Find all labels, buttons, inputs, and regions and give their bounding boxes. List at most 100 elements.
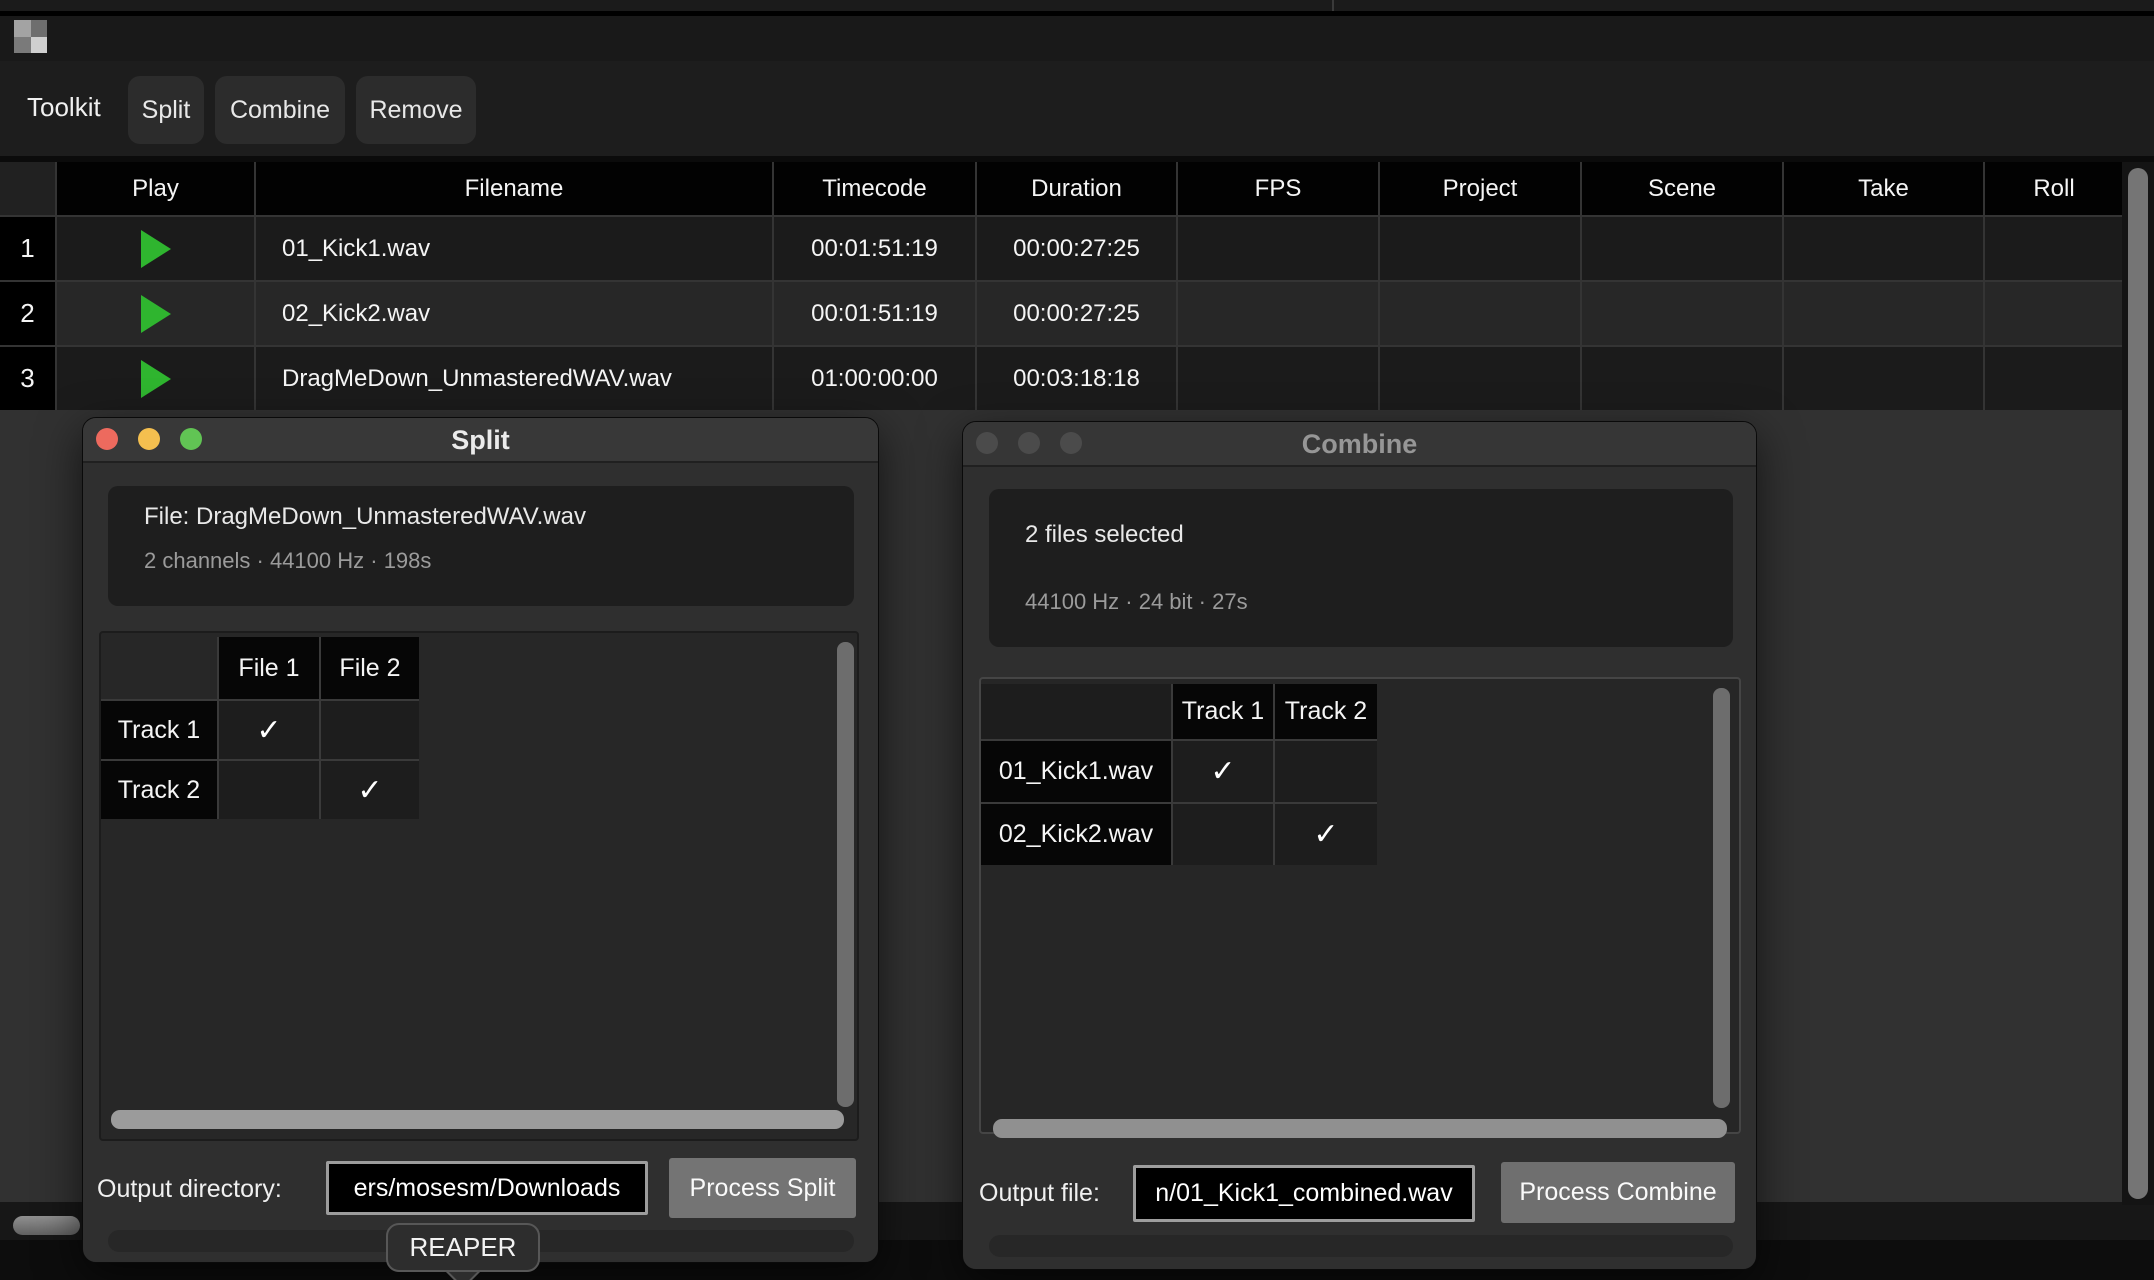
row-number: 1 [0,217,55,280]
matrix-corner-cell [981,684,1171,739]
take-cell [1784,282,1983,345]
split-output-directory-input[interactable] [326,1161,648,1215]
combine-matrix-scroll-area: Track 1 Track 2 01_Kick1.wav ✓ 02_Kick2.… [979,677,1741,1134]
split-matrix-horizontal-scrollbar-thumb[interactable] [111,1110,844,1129]
column-header-play[interactable]: Play [57,162,254,215]
matrix-row-header: 02_Kick2.wav [981,804,1171,865]
filename-cell[interactable]: 01_Kick1.wav [256,217,772,280]
split-dialog-titlebar[interactable]: Split [83,418,878,463]
main-window-titlebar [0,16,2154,61]
project-cell [1380,282,1580,345]
matrix-col-header: File 1 [219,637,319,699]
process-combine-button[interactable]: Process Combine [1501,1162,1735,1223]
matrix-row-header: 01_Kick1.wav [981,741,1171,802]
background-window-divider [1332,0,1334,11]
combine-output-file-label: Output file: [979,1179,1100,1208]
column-header-timecode[interactable]: Timecode [774,162,975,215]
split-file-info: File: DragMeDown_UnmasteredWAV.wav [144,503,586,531]
combine-files-selected: 2 files selected [1025,521,1184,549]
split-dialog: Split File: DragMeDown_UnmasteredWAV.wav… [82,417,879,1263]
fps-cell [1178,347,1378,410]
column-header-roll[interactable]: Roll [1985,162,2123,215]
combine-file-info-panel: 2 files selected 44100 Hz · 24 bit · 27s [989,489,1733,647]
row-number: 3 [0,347,55,410]
combine-dialog-title: Combine [963,429,1756,460]
main-horizontal-scrollbar-thumb[interactable] [13,1216,80,1235]
split-file-meta: 2 channels · 44100 Hz · 198s [144,548,431,574]
split-file-info-panel: File: DragMeDown_UnmasteredWAV.wav 2 cha… [108,486,854,606]
fps-cell [1178,282,1378,345]
filename-cell[interactable]: 02_Kick2.wav [256,282,772,345]
timecode-cell[interactable]: 00:01:51:19 [774,282,975,345]
matrix-checkbox-cell[interactable]: ✓ [219,701,319,759]
column-header-project[interactable]: Project [1380,162,1580,215]
column-header-duration[interactable]: Duration [977,162,1176,215]
dock-tooltip: REAPER [386,1223,540,1272]
timecode-cell[interactable]: 01:00:00:00 [774,347,975,410]
duration-cell[interactable]: 00:03:18:18 [977,347,1176,410]
split-matrix-vertical-scrollbar-thumb[interactable] [837,642,854,1107]
matrix-checkbox-cell[interactable] [219,761,319,819]
roll-cell [1985,282,2123,345]
combine-dialog-titlebar[interactable]: Combine [963,422,1756,467]
matrix-corner-cell [101,637,217,699]
play-button-cell[interactable] [57,347,254,410]
project-cell [1380,217,1580,280]
background-window-strip [0,0,2154,11]
combine-toolbar-button[interactable]: Combine [215,76,345,144]
combine-matrix-horizontal-scrollbar-thumb[interactable] [993,1119,1727,1138]
process-split-button[interactable]: Process Split [669,1158,856,1218]
play-icon[interactable] [141,230,171,268]
matrix-checkbox-cell[interactable]: ✓ [1173,741,1273,802]
duration-cell[interactable]: 00:00:27:25 [977,282,1176,345]
matrix-checkbox-cell[interactable] [321,701,419,759]
matrix-checkbox-cell[interactable] [1173,804,1273,865]
file-table: Play Filename Timecode Duration FPS Proj… [0,162,2123,410]
project-cell [1380,347,1580,410]
split-dialog-title: Split [83,425,878,456]
column-header-scene[interactable]: Scene [1582,162,1782,215]
row-number: 2 [0,282,55,345]
scene-cell [1582,217,1782,280]
window-proxy-icon [14,20,47,53]
scene-cell [1582,347,1782,410]
dock-tooltip-label: REAPER [410,1232,517,1263]
combine-routing-matrix: Track 1 Track 2 01_Kick1.wav ✓ 02_Kick2.… [981,684,1377,865]
filename-cell[interactable]: DragMeDown_UnmasteredWAV.wav [256,347,772,410]
play-button-cell[interactable] [57,282,254,345]
combine-matrix-vertical-scrollbar-thumb[interactable] [1713,688,1730,1108]
fps-cell [1178,217,1378,280]
split-output-directory-label: Output directory: [97,1175,282,1204]
split-routing-matrix: File 1 File 2 Track 1 ✓ Track 2 ✓ [101,637,419,819]
combine-dialog: Combine 2 files selected 44100 Hz · 24 b… [962,421,1757,1270]
combine-dialog-scrollbar-track[interactable] [989,1235,1733,1257]
matrix-row-header: Track 2 [101,761,217,819]
matrix-col-header: Track 1 [1173,684,1273,739]
split-toolbar-button[interactable]: Split [128,76,204,144]
duration-cell[interactable]: 00:00:27:25 [977,217,1176,280]
matrix-row-header: Track 1 [101,701,217,759]
matrix-col-header: Track 2 [1275,684,1377,739]
roll-cell [1985,217,2123,280]
matrix-checkbox-cell[interactable]: ✓ [1275,804,1377,865]
matrix-checkbox-cell[interactable]: ✓ [321,761,419,819]
take-cell [1784,347,1983,410]
toolkit-label: Toolkit [27,92,101,123]
column-header-fps[interactable]: FPS [1178,162,1378,215]
scene-cell [1582,282,1782,345]
combine-output-file-input[interactable] [1133,1165,1475,1222]
column-header-filename[interactable]: Filename [256,162,772,215]
table-corner-cell [0,162,55,215]
play-button-cell[interactable] [57,217,254,280]
column-header-take[interactable]: Take [1784,162,1983,215]
timecode-cell[interactable]: 00:01:51:19 [774,217,975,280]
matrix-col-header: File 2 [321,637,419,699]
main-vertical-scrollbar-thumb[interactable] [2128,168,2148,1199]
remove-toolbar-button[interactable]: Remove [356,76,476,144]
combine-file-meta: 44100 Hz · 24 bit · 27s [1025,589,1248,615]
matrix-checkbox-cell[interactable] [1275,741,1377,802]
play-icon[interactable] [141,295,171,333]
split-matrix-scroll-area: File 1 File 2 Track 1 ✓ Track 2 ✓ [99,631,859,1141]
play-icon[interactable] [141,360,171,398]
take-cell [1784,217,1983,280]
